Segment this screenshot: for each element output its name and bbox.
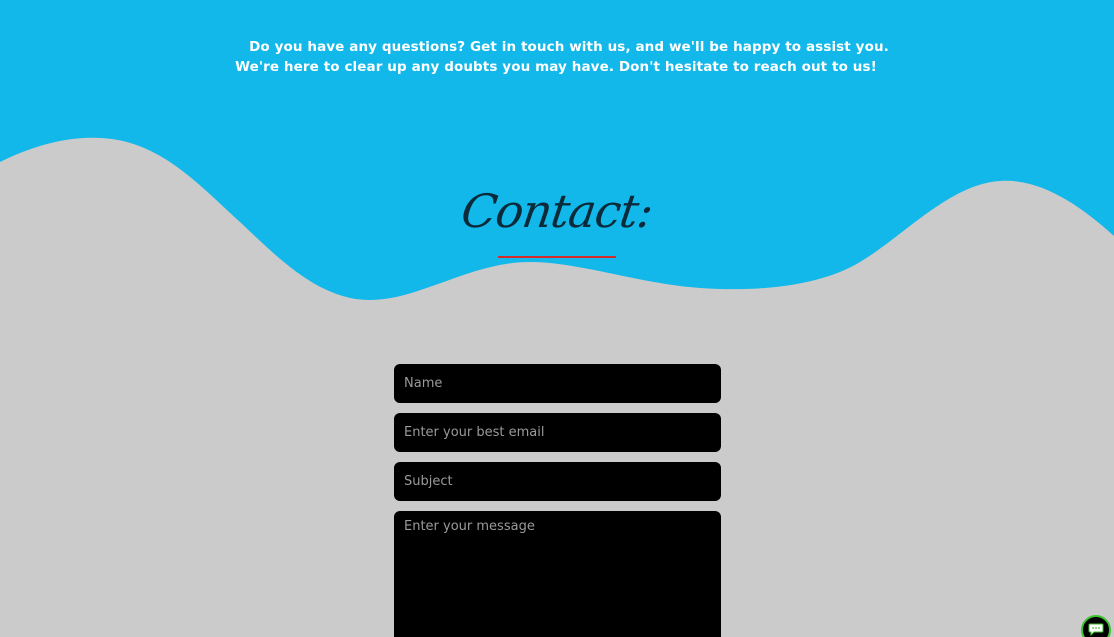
subject-input[interactable]: [394, 462, 721, 501]
name-input[interactable]: [394, 364, 721, 403]
email-input[interactable]: [394, 413, 721, 452]
chat-widget-button[interactable]: [1081, 615, 1111, 637]
contact-page: Do you have any questions? Get in touch …: [0, 0, 1114, 637]
heading-underline: [498, 256, 616, 258]
intro-text: Do you have any questions? Get in touch …: [0, 37, 1114, 77]
contact-heading: Contact:: [458, 184, 656, 238]
chat-bubble-icon: [1088, 623, 1104, 637]
intro-line-1: Do you have any questions? Get in touch …: [249, 39, 889, 55]
intro-line-2: We're here to clear up any doubts you ma…: [235, 59, 877, 75]
message-textarea[interactable]: [394, 511, 721, 637]
contact-form: [394, 364, 721, 637]
